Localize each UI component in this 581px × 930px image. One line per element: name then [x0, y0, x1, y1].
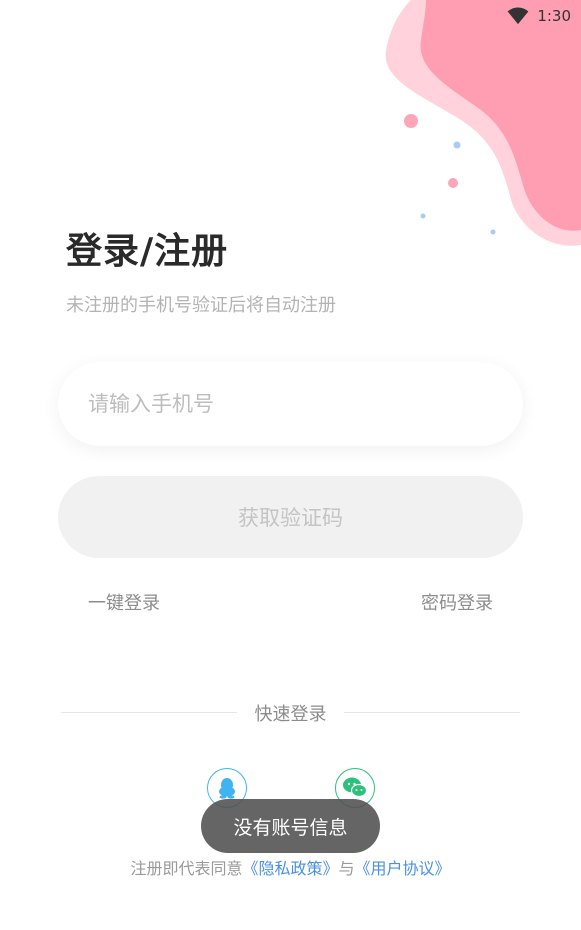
page-subtitle: 未注册的手机号验证后将自动注册 — [66, 295, 336, 316]
divider-left — [61, 712, 237, 713]
privacy-policy-link[interactable]: 《隐私政策》 — [242, 859, 338, 878]
get-code-button[interactable]: 获取验证码 — [58, 476, 523, 558]
decorative-blob — [385, 0, 581, 246]
wifi-icon — [507, 7, 529, 25]
phone-input[interactable] — [88, 392, 523, 416]
status-time: 1:30 — [537, 7, 571, 25]
agreement-prefix: 注册即代表同意 — [130, 859, 243, 878]
wechat-icon — [343, 777, 368, 798]
toast-message: 没有账号信息 — [201, 799, 380, 853]
agreement-and: 与 — [338, 859, 355, 878]
quick-login-label: 快速登录 — [254, 704, 327, 725]
password-login-link[interactable]: 密码登录 — [421, 589, 493, 615]
page-title: 登录/注册 — [66, 231, 229, 272]
user-agreement-link[interactable]: 《用户协议》 — [355, 859, 451, 878]
divider-right — [344, 712, 520, 713]
one-click-login-link[interactable]: 一键登录 — [88, 589, 160, 615]
qq-icon — [219, 778, 235, 799]
phone-input-container[interactable] — [58, 362, 523, 446]
status-bar: 1:30 — [507, 0, 581, 32]
agreement-text: 注册即代表同意《隐私政策》与《用户协议》 — [0, 855, 581, 879]
